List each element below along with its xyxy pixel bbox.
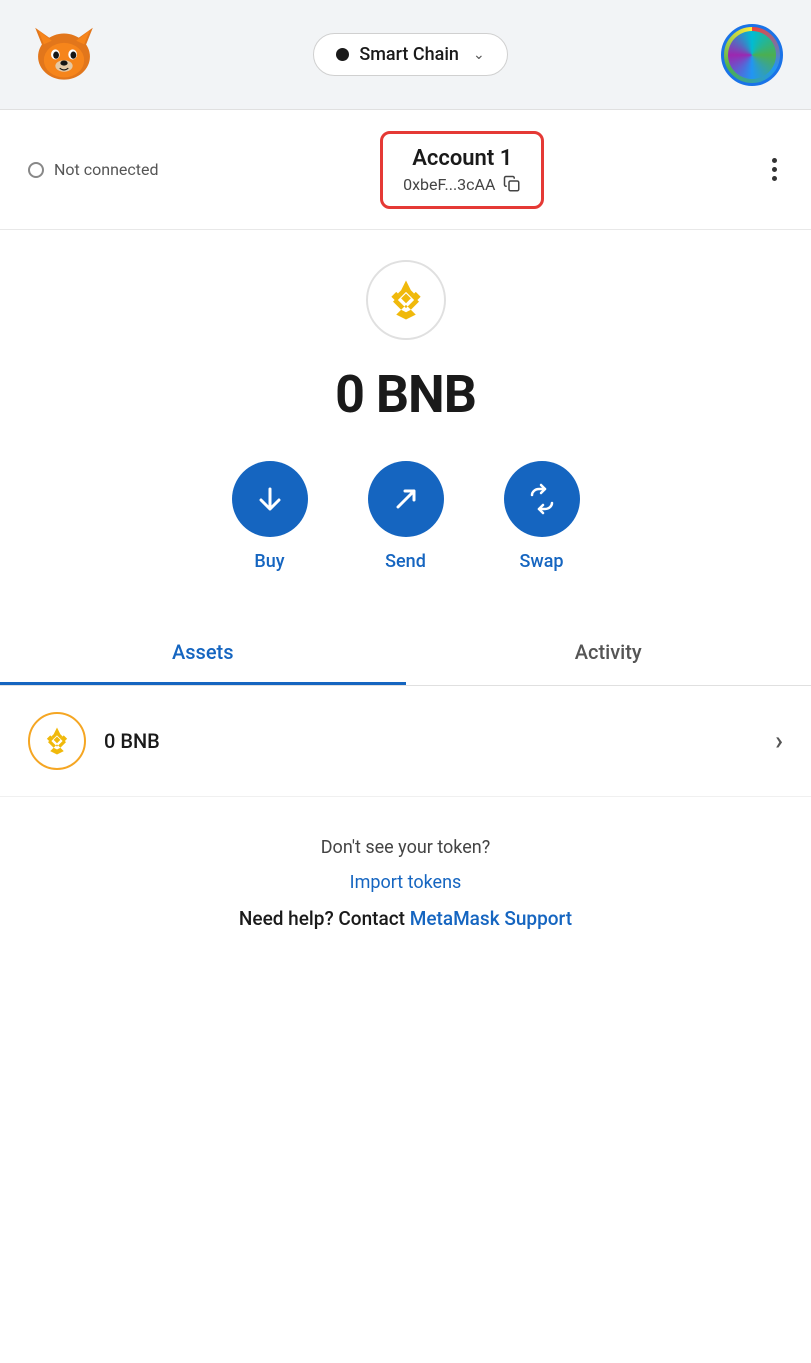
not-connected-status: Not connected xyxy=(28,160,159,179)
footer-section: Don't see your token? Import tokens Need… xyxy=(0,797,811,970)
dot-1 xyxy=(772,158,777,163)
buy-button-wrapper[interactable]: Buy xyxy=(232,461,308,572)
avatar[interactable] xyxy=(721,24,783,86)
swap-label: Swap xyxy=(519,551,563,572)
no-token-text: Don't see your token? xyxy=(321,837,491,858)
network-status-dot xyxy=(336,48,349,61)
sub-header: Not connected Account 1 0xbeF...3cAA xyxy=(0,110,811,230)
account-box[interactable]: Account 1 0xbeF...3cAA xyxy=(380,131,544,209)
network-name: Smart Chain xyxy=(359,44,459,65)
account-address: 0xbeF...3cAA xyxy=(403,175,521,194)
header: Smart Chain ⌄ xyxy=(0,0,811,110)
send-label: Send xyxy=(385,551,426,572)
chevron-down-icon: ⌄ xyxy=(473,47,485,63)
send-button[interactable] xyxy=(368,461,444,537)
action-buttons: Buy Send Swap xyxy=(232,461,580,572)
asset-left: 0 BNB xyxy=(28,712,160,770)
tab-assets[interactable]: Assets xyxy=(0,622,406,685)
metamask-support-link[interactable]: MetaMask Support xyxy=(410,907,572,930)
not-connected-label: Not connected xyxy=(54,160,159,179)
buy-button[interactable] xyxy=(232,461,308,537)
not-connected-dot xyxy=(28,162,44,178)
bnb-asset-icon xyxy=(28,712,86,770)
help-text-prefix: Need help? Contact xyxy=(239,907,410,930)
assets-list: 0 BNB › xyxy=(0,686,811,797)
more-options-button[interactable] xyxy=(766,152,783,187)
asset-chevron-icon: › xyxy=(775,726,783,756)
bnb-token-icon xyxy=(366,260,446,340)
import-tokens-link[interactable]: Import tokens xyxy=(350,872,462,893)
tabs-bar: Assets Activity xyxy=(0,622,811,686)
asset-name-bnb: 0 BNB xyxy=(104,729,160,753)
swap-button-wrapper[interactable]: Swap xyxy=(504,461,580,572)
avatar-inner xyxy=(728,31,776,79)
network-selector[interactable]: Smart Chain ⌄ xyxy=(313,33,507,76)
main-content: 0 BNB Buy Send xyxy=(0,230,811,1363)
dot-2 xyxy=(772,167,777,172)
account-name: Account 1 xyxy=(403,146,521,171)
balance-display: 0 BNB xyxy=(335,364,476,425)
help-text: Need help? Contact MetaMask Support xyxy=(239,907,572,930)
copy-icon[interactable] xyxy=(503,175,521,193)
account-address-text: 0xbeF...3cAA xyxy=(403,175,495,194)
asset-row-bnb[interactable]: 0 BNB › xyxy=(0,686,811,797)
tab-activity[interactable]: Activity xyxy=(406,622,811,685)
buy-label: Buy xyxy=(254,551,284,572)
dot-3 xyxy=(772,176,777,181)
metamask-logo[interactable] xyxy=(28,17,100,93)
swap-button[interactable] xyxy=(504,461,580,537)
send-button-wrapper[interactable]: Send xyxy=(368,461,444,572)
